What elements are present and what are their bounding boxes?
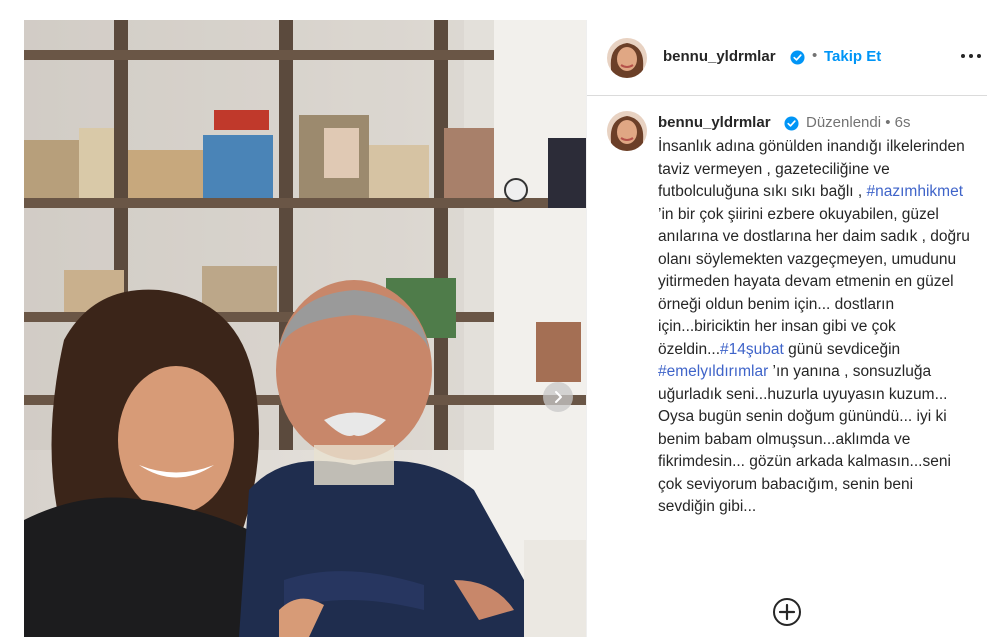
post-header: bennu_yldrmlar • Takip Et (587, 20, 987, 96)
caption-text: İnsanlık adına gönülden inandığı ilkeler… (658, 136, 970, 519)
avatar-image (607, 38, 647, 78)
header-separator: • (812, 47, 818, 64)
verified-badge-icon (784, 116, 799, 136)
more-options-icon[interactable] (959, 46, 983, 66)
caption-segment: Oysa bugün senin doğum günündü... iyi ki… (658, 408, 951, 515)
photo-illustration (24, 20, 586, 637)
post-side-panel: bennu_yldrmlar • Takip Et bennu_yldrmlar… (586, 20, 987, 637)
page-margin (0, 0, 24, 637)
chevron-right-icon (555, 391, 562, 403)
hashtag-link[interactable]: #14şubat (720, 341, 784, 358)
caption-segment: ’in bir çok şiirini ezbere okuyabilen, g… (658, 205, 970, 358)
avatar[interactable] (607, 111, 647, 151)
carousel-next-button[interactable] (543, 382, 573, 412)
verified-badge-icon (790, 50, 805, 70)
post-photo[interactable] (24, 20, 586, 637)
header-username[interactable]: bennu_yldrmlar (663, 48, 776, 65)
caption-meta: Düzenlendi • 6s (806, 114, 911, 131)
follow-button[interactable]: Takip Et (824, 48, 881, 65)
hashtag-link[interactable]: #emelyıldırımlar (658, 363, 768, 380)
add-circle-icon[interactable] (772, 597, 802, 627)
avatar-image (607, 111, 647, 151)
hashtag-link[interactable]: #nazımhikmet (867, 183, 963, 200)
avatar[interactable] (607, 38, 647, 78)
caption-username[interactable]: bennu_yldrmlar (658, 114, 771, 131)
post-caption: bennu_yldrmlar Düzenlendi • 6s İnsanlık … (587, 96, 987, 576)
caption-segment: günü sevdiceğin (783, 340, 901, 358)
